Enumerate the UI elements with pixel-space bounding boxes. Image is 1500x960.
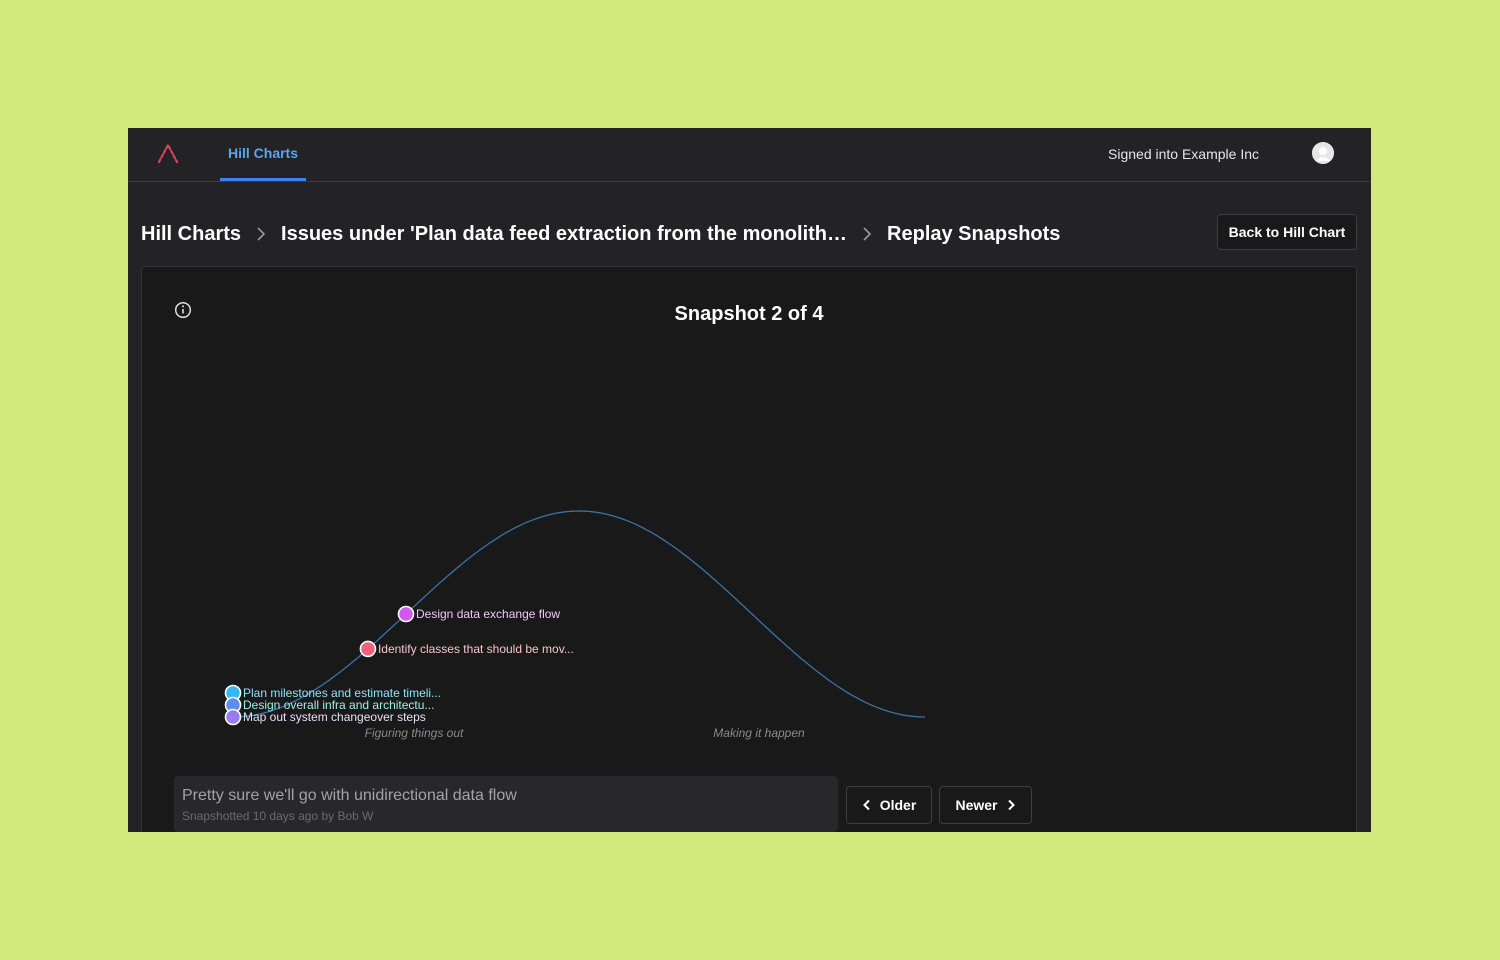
snapshot-note: Pretty sure we'll go with unidirectional… [174,776,838,832]
breadcrumb-issue[interactable]: Issues under 'Plan data feed extraction … [281,223,847,246]
breadcrumb-current: Replay Snapshots [887,222,1061,245]
hill-point-dot[interactable] [224,708,242,726]
chevron-right-icon [257,227,266,241]
app-logo-icon[interactable] [156,142,180,164]
chevron-right-icon [1007,799,1015,811]
top-nav-bar: Hill Charts Signed into Example Inc [128,128,1371,182]
older-label: Older [879,797,917,813]
user-avatar-icon[interactable] [1312,142,1334,164]
hill-point-label: Design data exchange flow [416,607,560,621]
newer-label: Newer [955,797,998,813]
snapshot-panel: Snapshot 2 of 4 Figuring things out Makin… [141,266,1357,832]
newer-button[interactable]: Newer [939,786,1032,824]
hill-point[interactable]: Design data exchange flow [397,605,561,623]
hill-point-dot[interactable] [359,640,377,658]
snapshot-note-text: Pretty sure we'll go with unidirectional… [182,787,517,804]
snapshot-meta: Snapshotted 10 days ago by Bob W [182,809,374,823]
chevron-right-icon [863,227,872,241]
hill-chart: Figuring things out Making it happen Desig… [224,510,926,740]
phase-label: Making it happen [713,726,805,740]
breadcrumb: Hill Charts Issues under 'Plan data feed… [141,219,1060,249]
nav-tab-hill-charts[interactable]: Hill Charts [220,128,306,181]
signed-in-text: Signed into Example Inc [1108,146,1259,162]
app-window: Hill Charts Signed into Example Inc Hill… [128,128,1371,832]
older-button[interactable]: Older [846,786,932,824]
chevron-left-icon [862,799,870,811]
hill-point[interactable]: Identify classes that should be mov... [359,640,574,658]
back-to-hill-chart-button[interactable]: Back to Hill Chart [1217,214,1357,250]
hill-point-label: Identify classes that should be mov... [378,642,574,656]
phase-label: Figuring things out [365,726,464,740]
hill-point-dot[interactable] [397,605,415,623]
hill-point[interactable]: Map out system changeover steps [224,708,426,726]
breadcrumb-hill-charts[interactable]: Hill Charts [141,223,241,246]
hill-point-label: Map out system changeover steps [243,710,426,724]
